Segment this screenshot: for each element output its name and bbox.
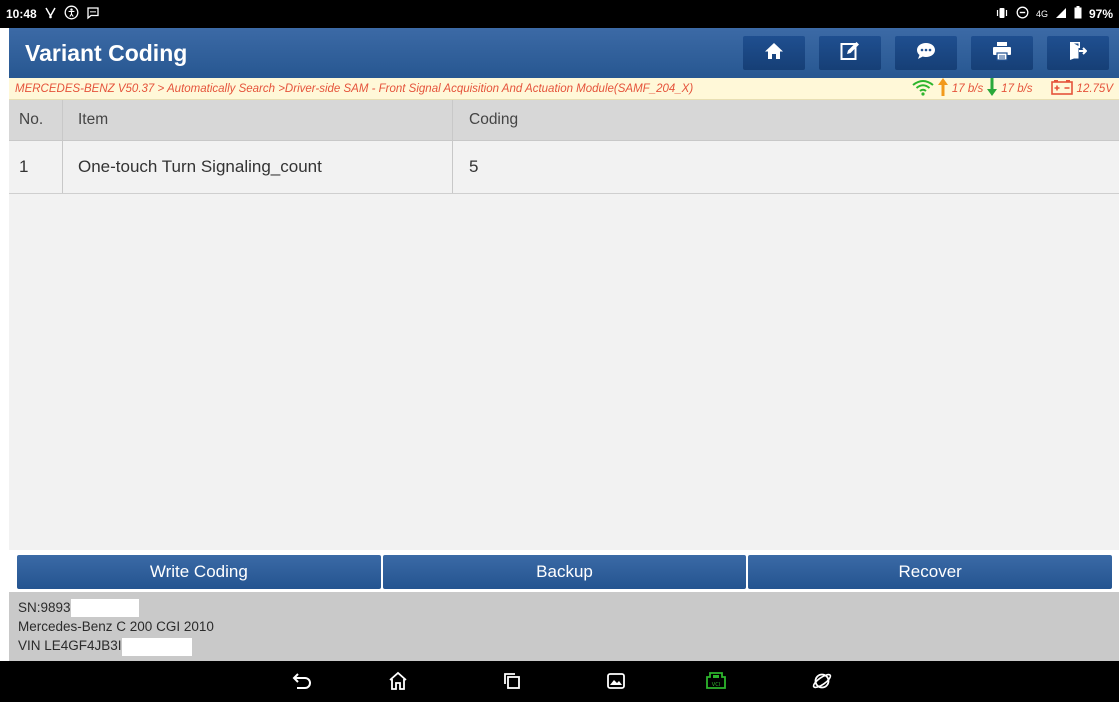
browser-icon[interactable] (810, 669, 834, 693)
upload-rate: 17 b/s (951, 82, 984, 95)
connection-status: 17 b/s 17 b/s 12.75V (912, 78, 1113, 99)
system-nav-bar: VCI (0, 661, 1119, 702)
svg-text:VCI: VCI (712, 682, 720, 688)
battery-icon (1074, 6, 1082, 22)
status-time: 10:48 (6, 7, 37, 21)
voltage-reading: 12.75V (1076, 82, 1113, 95)
table-row[interactable]: 1 One-touch Turn Signaling_count 5 (9, 141, 1119, 194)
upload-arrow-icon (937, 78, 948, 99)
vci-connector-icon[interactable]: VCI (704, 669, 728, 693)
write-coding-button[interactable]: Write Coding (17, 555, 381, 589)
serial-number: SN:9893 (18, 600, 71, 615)
home-icon (764, 42, 784, 65)
table-header: No. Item Coding (9, 100, 1119, 141)
header-item: Item (63, 100, 453, 140)
exit-button[interactable] (1047, 36, 1109, 70)
header-toolbar (729, 28, 1119, 78)
chat-button[interactable] (895, 36, 957, 70)
table-empty-area (9, 194, 1119, 550)
action-bar: Write Coding Backup Recover (17, 555, 1113, 589)
app-header: Variant Coding (9, 28, 1119, 78)
vehicle-info: SN:9893 Mercedes-Benz C 200 CGI 2010 VIN… (9, 592, 1119, 661)
battery-level: 97% (1088, 7, 1113, 21)
redaction-mask (121, 637, 192, 656)
car-battery-icon (1050, 79, 1073, 98)
back-icon[interactable] (290, 669, 314, 693)
wifi-icon (912, 79, 934, 99)
screen: 10:48 4G 97% Variant Coding MERCEDES-BEN… (0, 0, 1119, 702)
row-no: 1 (9, 141, 63, 193)
edit-button[interactable] (819, 36, 881, 70)
download-rate: 17 b/s (1001, 82, 1033, 95)
signal-icon (1055, 7, 1067, 22)
edit-icon (840, 41, 860, 66)
home-button[interactable] (743, 36, 805, 70)
recover-button[interactable]: Recover (748, 555, 1113, 589)
header-no: No. (9, 100, 63, 140)
system-status-bar: 10:48 4G 97% (0, 0, 1119, 28)
print-button[interactable] (971, 36, 1033, 70)
usb-debug-icon (44, 6, 57, 22)
breadcrumb: MERCEDES-BENZ V50.37 > Automatically Sea… (15, 82, 694, 95)
message-icon (86, 6, 100, 23)
breadcrumb-bar: MERCEDES-BENZ V50.37 > Automatically Sea… (9, 78, 1119, 100)
vin-number: VIN LE4GF4JB3I (18, 638, 122, 654)
exit-icon (1069, 41, 1088, 66)
header-coding: Coding (469, 111, 519, 128)
chat-icon (915, 41, 937, 66)
accessibility-icon (64, 5, 79, 23)
row-item: One-touch Turn Signaling_count (63, 141, 453, 193)
nav-home-icon[interactable] (386, 669, 410, 693)
recent-apps-icon[interactable] (500, 669, 524, 693)
network-type: 4G (1035, 9, 1048, 19)
vehicle-model: Mercedes-Benz C 200 CGI 2010 (18, 619, 214, 635)
print-icon (992, 41, 1012, 66)
download-arrow-icon (987, 78, 998, 99)
vibrate-icon (995, 7, 1009, 22)
do-not-disturb-icon (1016, 6, 1029, 22)
backup-button[interactable]: Backup (382, 555, 747, 589)
redaction-mask (70, 599, 139, 618)
row-coding-value[interactable]: 5 (453, 141, 1119, 193)
screenshot-icon[interactable] (604, 669, 628, 693)
page-title: Variant Coding (25, 39, 188, 66)
coding-table: No. Item Coding 1 One-touch Turn Signali… (9, 100, 1119, 194)
